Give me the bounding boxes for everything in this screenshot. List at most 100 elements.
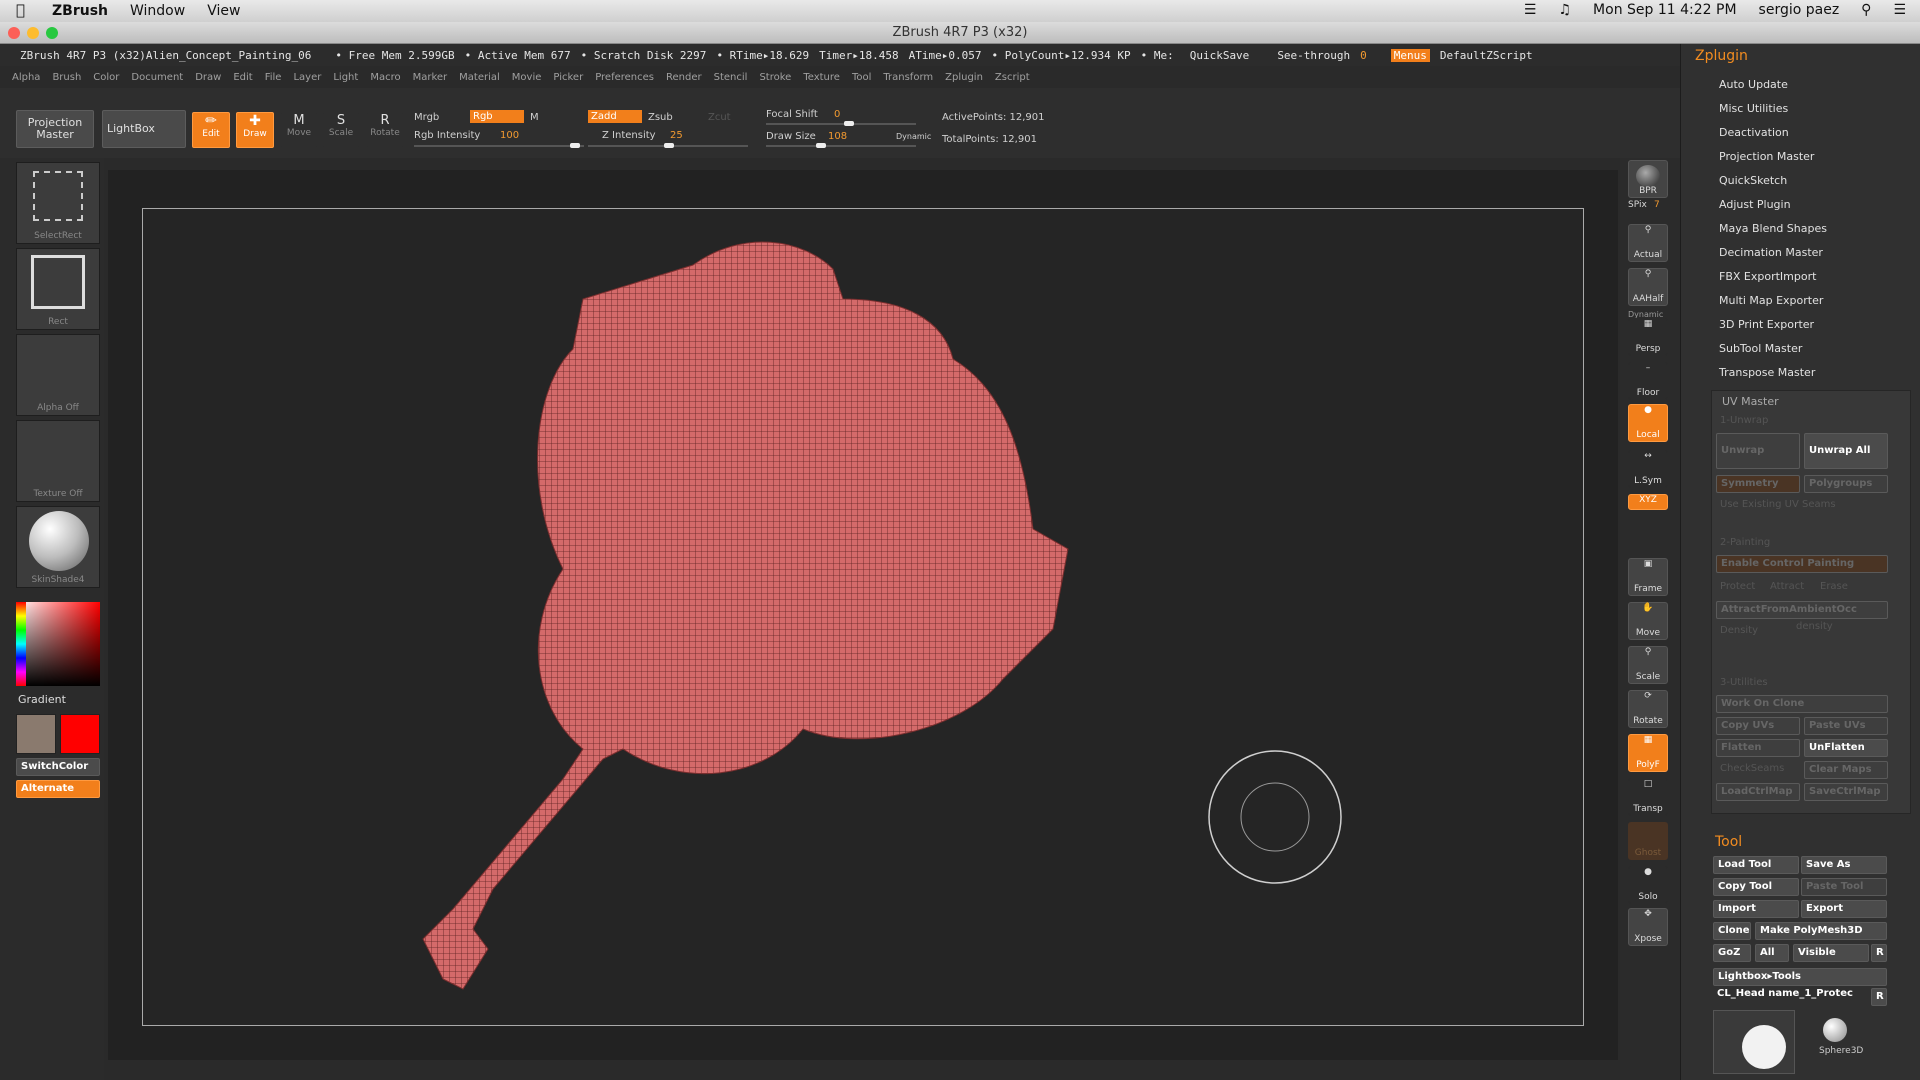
projection-master-button[interactable]: Projection Master [16, 110, 94, 148]
maximize-icon[interactable] [46, 27, 58, 39]
zsub-button[interactable]: Zsub [648, 112, 673, 123]
slider-thumb[interactable] [844, 121, 854, 126]
zplugin-item[interactable]: Auto Update [1719, 78, 1788, 91]
rgb-intensity-label[interactable]: Rgb Intensity [414, 130, 480, 141]
menu-draw[interactable]: Draw [195, 72, 221, 83]
erase-button[interactable]: Erase [1820, 581, 1848, 592]
dynamic-button[interactable]: Dynamic [896, 132, 931, 141]
sphere3d-thumbnail[interactable] [1823, 1018, 1847, 1042]
unwrap-button[interactable]: Unwrap [1716, 433, 1800, 469]
menu-render[interactable]: Render [666, 72, 702, 83]
move-button[interactable]: M Move [280, 112, 318, 148]
menu-view[interactable]: View [207, 3, 240, 19]
r-button[interactable]: R [1871, 944, 1887, 962]
quicksave-button[interactable]: QuickSave [1190, 49, 1250, 62]
current-tool-name[interactable]: CL_Head name_1_Protec [1717, 988, 1853, 999]
menu-tool[interactable]: Tool [852, 72, 871, 83]
local-button[interactable]: ● Local [1628, 404, 1668, 442]
see-through-slider[interactable]: See-through [1277, 49, 1350, 62]
move-view-button[interactable]: ✋ Move [1628, 602, 1668, 640]
default-zscript-button[interactable]: DefaultZScript [1440, 49, 1533, 62]
scale-view-button[interactable]: ⚲ Scale [1628, 646, 1668, 684]
zcut-button[interactable]: Zcut [708, 112, 731, 123]
lightbox-tools-button[interactable]: Lightbox▸Tools [1713, 968, 1887, 986]
gradient-label[interactable]: Gradient [18, 693, 66, 706]
menu-marker[interactable]: Marker [413, 72, 448, 83]
checkseams-button[interactable]: CheckSeams [1720, 763, 1784, 774]
main-color-swatch[interactable] [16, 714, 56, 754]
username[interactable]: sergio paez [1759, 2, 1840, 18]
goz-button[interactable]: GoZ [1713, 944, 1751, 962]
zplugin-item[interactable]: Multi Map Exporter [1719, 294, 1823, 307]
edit-button[interactable]: ✏ Edit [192, 112, 230, 148]
alien-head-mesh[interactable] [422, 241, 1069, 990]
transp-button[interactable]: □ Transp [1628, 778, 1668, 816]
frame-button[interactable]: ▣ Frame [1628, 558, 1668, 596]
save-as-button[interactable]: Save As [1801, 856, 1887, 874]
menu-light[interactable]: Light [333, 72, 358, 83]
unflatten-button[interactable]: UnFlatten [1804, 739, 1888, 757]
menu-document[interactable]: Document [131, 72, 183, 83]
clone-button[interactable]: Clone [1713, 922, 1751, 940]
hue-strip[interactable] [16, 602, 26, 686]
zplugin-item[interactable]: Deactivation [1719, 126, 1789, 139]
zplugin-item[interactable]: 3D Print Exporter [1719, 318, 1814, 331]
z-intensity-label[interactable]: Z Intensity [602, 130, 656, 141]
zplugin-item[interactable]: Projection Master [1719, 150, 1814, 163]
load-ctrl-map-button[interactable]: LoadCtrlMap [1716, 783, 1800, 801]
texture-button[interactable]: Texture Off [16, 420, 100, 502]
attract-ambient-button[interactable]: AttractFromAmbientOcc [1716, 601, 1888, 619]
persp-button[interactable]: ▦ Persp [1628, 318, 1668, 356]
menu-material[interactable]: Material [459, 72, 500, 83]
menu-color[interactable]: Color [93, 72, 119, 83]
flatten-button[interactable]: Flatten [1716, 739, 1800, 757]
close-icon[interactable] [8, 27, 20, 39]
alternate-button[interactable]: Alternate [16, 780, 100, 798]
protect-button[interactable]: Protect [1720, 581, 1755, 592]
z-intensity-slider[interactable] [588, 143, 748, 148]
wifi-icon[interactable]: ☰ [1524, 2, 1537, 18]
density-slider-label[interactable]: density [1796, 621, 1833, 632]
draw-button[interactable]: ✚ Draw [236, 112, 274, 148]
rgb-button[interactable]: Rgb [470, 110, 524, 123]
aahalf-button[interactable]: ⚲ AAHalf [1628, 268, 1668, 306]
search-icon[interactable]: ⚲ [1861, 2, 1871, 18]
visible-button[interactable]: Visible [1793, 944, 1869, 962]
zplugin-item[interactable]: Decimation Master [1719, 246, 1823, 259]
copy-uvs-button[interactable]: Copy UVs [1716, 717, 1800, 735]
tool-r-button[interactable]: R [1871, 988, 1887, 1006]
color-picker[interactable] [16, 602, 100, 686]
attract-button[interactable]: Attract [1770, 581, 1804, 592]
zplugin-item[interactable]: Misc Utilities [1719, 102, 1788, 115]
app-menu[interactable]: ZBrush [52, 3, 108, 19]
xyz-button[interactable]: XYZ [1628, 494, 1668, 510]
menu-transform[interactable]: Transform [883, 72, 933, 83]
menu-texture[interactable]: Texture [803, 72, 840, 83]
menu-brush[interactable]: Brush [52, 72, 81, 83]
load-tool-button[interactable]: Load Tool [1713, 856, 1799, 874]
spix-label[interactable]: SPix [1628, 200, 1647, 210]
selectrect-brush-button[interactable]: SelectRect [16, 162, 100, 244]
zadd-button[interactable]: Zadd [588, 110, 642, 123]
menu-stroke[interactable]: Stroke [759, 72, 791, 83]
paste-uvs-button[interactable]: Paste UVs [1804, 717, 1888, 735]
zplugin-item[interactable]: QuickSketch [1719, 174, 1787, 187]
zplugin-item[interactable]: Maya Blend Shapes [1719, 222, 1827, 235]
m-button[interactable]: M [530, 112, 539, 123]
mesh-viewport[interactable] [143, 209, 1585, 1027]
menu-movie[interactable]: Movie [512, 72, 542, 83]
menu-alpha[interactable]: Alpha [12, 72, 40, 83]
zplugin-item[interactable]: Transpose Master [1719, 366, 1815, 379]
polygroups-toggle[interactable]: Polygroups [1804, 475, 1888, 493]
zplugin-item[interactable]: Adjust Plugin [1719, 198, 1791, 211]
bpr-button[interactable]: BPR [1628, 160, 1668, 198]
paste-tool-button[interactable]: Paste Tool [1801, 878, 1887, 896]
scale-button[interactable]: S Scale [322, 112, 360, 148]
rotate-button[interactable]: R Rotate [366, 112, 404, 148]
menu-zscript[interactable]: Zscript [995, 72, 1030, 83]
datetime[interactable]: Mon Sep 11 4:22 PM [1593, 2, 1736, 18]
zplugin-item[interactable]: FBX ExportImport [1719, 270, 1816, 283]
all-button[interactable]: All [1755, 944, 1789, 962]
volume-icon[interactable]: ♫ [1558, 2, 1571, 18]
mrgb-button[interactable]: Mrgb [414, 112, 439, 123]
